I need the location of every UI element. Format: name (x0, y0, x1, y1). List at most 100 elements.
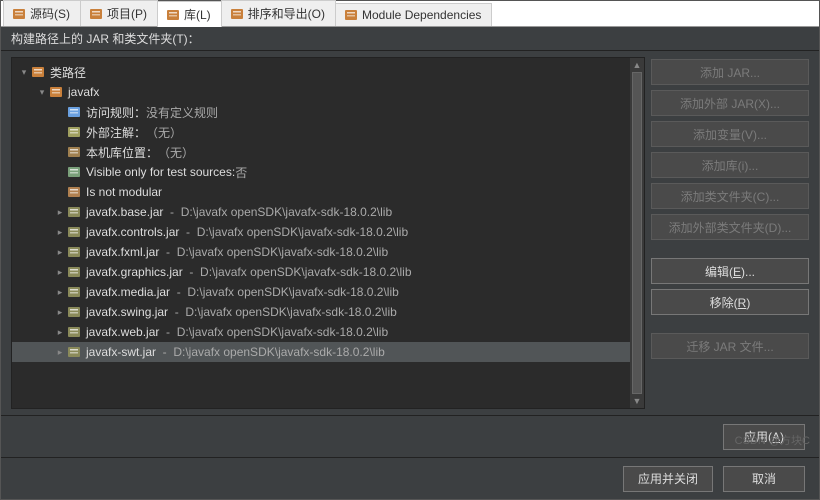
prop-label: Visible only for test sources: (86, 165, 235, 179)
projects-icon (89, 7, 103, 21)
jar-icon (66, 204, 82, 220)
prop-node[interactable]: Is not modular (12, 182, 630, 202)
jar-icon (66, 284, 82, 300)
eye-icon (66, 164, 82, 180)
jar-path: - D:\javafx openSDK\javafx-sdk-18.0.2\li… (168, 305, 397, 319)
jar-icon (66, 324, 82, 340)
remove-button[interactable]: 移除(R) (651, 289, 809, 315)
prop-value: 否 (235, 164, 247, 181)
library-book-icon (48, 84, 64, 100)
tab-label: 库(L) (184, 6, 211, 23)
module-flag-icon (66, 184, 82, 200)
tab-p[interactable]: 项目(P) (80, 0, 158, 26)
source-icon (12, 7, 26, 21)
prop-node[interactable]: 访问规则：没有定义规则 (12, 102, 630, 122)
button-column: 添加 JAR... 添加外部 JAR(X)... 添加变量(V)... 添加库(… (651, 51, 819, 415)
add-jar-button[interactable]: 添加 JAR... (651, 59, 809, 85)
tab-s[interactable]: 源码(S) (3, 0, 81, 26)
expand-toggle[interactable]: ▸ (54, 227, 66, 238)
jar-name: javafx.controls.jar (86, 225, 179, 239)
scroll-down-button[interactable]: ▼ (630, 394, 644, 408)
add-library-button[interactable]: 添加库(i)... (651, 152, 809, 178)
prop-value: （无） (146, 124, 182, 141)
jar-icon (66, 244, 82, 260)
jar-icon (66, 344, 82, 360)
expand-toggle[interactable]: ▸ (54, 267, 66, 278)
jar-node[interactable]: ▸ javafx-swt.jar - D:\javafx openSDK\java… (12, 342, 630, 362)
module-icon (344, 8, 358, 22)
add-class-folder-button[interactable]: 添加类文件夹(C)... (651, 183, 809, 209)
access-icon (66, 104, 82, 120)
prop-node[interactable]: 本机库位置：（无） (12, 142, 630, 162)
tab-l[interactable]: 库(L) (157, 1, 222, 27)
jar-node[interactable]: ▸javafx.web.jar - D:\javafx openSDK\java… (12, 322, 630, 342)
cancel-button[interactable]: 取消 (723, 466, 805, 492)
apply-button[interactable]: 应用(A) (723, 424, 805, 450)
node-label: javafx (68, 85, 99, 99)
expand-toggle[interactable]: ▸ (54, 307, 66, 318)
jar-name: javafx.swing.jar (86, 305, 168, 319)
migrate-jar-button[interactable]: 迁移 JAR 文件... (651, 333, 809, 359)
prop-label: 本机库位置： (86, 144, 158, 161)
prop-node[interactable]: Visible only for test sources: 否 (12, 162, 630, 182)
prop-value: （无） (158, 144, 194, 161)
tree-pane: ▾类路径▾javafx访问规则：没有定义规则外部注解：（无）本机库位置：（无）V… (11, 57, 645, 409)
expand-toggle[interactable]: ▾ (18, 67, 30, 78)
add-external-class-folder-button[interactable]: 添加外部类文件夹(D)... (651, 214, 809, 240)
expand-toggle[interactable]: ▸ (54, 247, 66, 258)
jar-path: - D:\javafx openSDK\javafx-sdk-18.0.2\li… (156, 345, 385, 359)
jar-node[interactable]: ▸javafx.controls.jar - D:\javafx openSDK… (12, 222, 630, 242)
jar-icon (66, 224, 82, 240)
prop-node[interactable]: 外部注解：（无） (12, 122, 630, 142)
footer-apply-row: 应用(A) (1, 415, 819, 457)
jar-path: - D:\javafx openSDK\javafx-sdk-18.0.2\li… (183, 265, 412, 279)
add-variable-button[interactable]: 添加变量(V)... (651, 121, 809, 147)
tab-moduledependencies[interactable]: Module Dependencies (335, 3, 492, 26)
footer-close-row: 应用并关闭 取消 (1, 457, 819, 499)
tab-o[interactable]: 排序和导出(O) (221, 0, 336, 26)
jar-name: javafx-swt.jar (86, 345, 156, 359)
expand-toggle[interactable]: ▸ (54, 207, 66, 218)
prop-label: 外部注解： (86, 124, 146, 141)
tab-label: 项目(P) (107, 5, 147, 22)
jar-node[interactable]: ▸ javafx.fxml.jar - D:\javafx openSDK\jav… (12, 242, 630, 262)
jar-name: javafx.fxml.jar (86, 245, 159, 259)
jar-name: javafx.media.jar (86, 285, 170, 299)
expand-toggle[interactable]: ▸ (54, 287, 66, 298)
jar-path: - D:\javafx openSDK\javafx-sdk-18.0.2\li… (159, 245, 388, 259)
tree[interactable]: ▾类路径▾javafx访问规则：没有定义规则外部注解：（无）本机库位置：（无）V… (12, 58, 630, 408)
prop-value: 没有定义规则 (146, 104, 218, 121)
order-icon (230, 7, 244, 21)
root-node[interactable]: ▾ 类路径 (12, 62, 630, 82)
annotation-icon (66, 124, 82, 140)
expand-toggle[interactable]: ▸ (54, 327, 66, 338)
jar-node[interactable]: ▸ javafx.media.jar - D:\javafx openSDK\ja… (12, 282, 630, 302)
jar-node[interactable]: ▸ javafx.base.jar - D:\javafx openSDK\jav… (12, 202, 630, 222)
library-node[interactable]: ▾ javafx (12, 82, 630, 102)
jar-name: javafx.base.jar (86, 205, 163, 219)
subheader-label: 构建路径上的 JAR 和类文件夹(T)： (1, 27, 819, 51)
jar-node[interactable]: ▸javafx.graphics.jar - D:\javafx openSDK… (12, 262, 630, 282)
native-icon (66, 144, 82, 160)
content-area: ▾类路径▾javafx访问规则：没有定义规则外部注解：（无）本机库位置：（无）V… (1, 51, 819, 415)
add-external-jar-button[interactable]: 添加外部 JAR(X)... (651, 90, 809, 116)
scroll-up-button[interactable]: ▲ (630, 58, 644, 72)
scroll-thumb[interactable] (632, 72, 642, 394)
vertical-scrollbar[interactable]: ▲ ▼ (630, 58, 644, 408)
jar-path: - D:\javafx openSDK\javafx-sdk-18.0.2\li… (170, 285, 399, 299)
prop-label: Is not modular (86, 185, 162, 199)
expand-toggle[interactable]: ▾ (36, 87, 48, 98)
jar-icon (66, 264, 82, 280)
expand-toggle[interactable]: ▸ (54, 347, 66, 358)
libraries-icon (166, 8, 180, 22)
prop-label: 访问规则： (86, 104, 146, 121)
tab-label: Module Dependencies (362, 8, 481, 22)
apply-and-close-button[interactable]: 应用并关闭 (623, 466, 713, 492)
classpath-icon (30, 64, 46, 80)
tab-label: 排序和导出(O) (248, 5, 325, 22)
node-label: 类路径 (50, 64, 86, 81)
jar-path: - D:\javafx openSDK\javafx-sdk-18.0.2\li… (159, 325, 388, 339)
jar-node[interactable]: ▸ javafx.swing.jar - D:\javafx openSDK\ja… (12, 302, 630, 322)
edit-button[interactable]: 编辑(E)... (651, 258, 809, 284)
jar-path: - D:\javafx openSDK\javafx-sdk-18.0.2\li… (163, 205, 392, 219)
